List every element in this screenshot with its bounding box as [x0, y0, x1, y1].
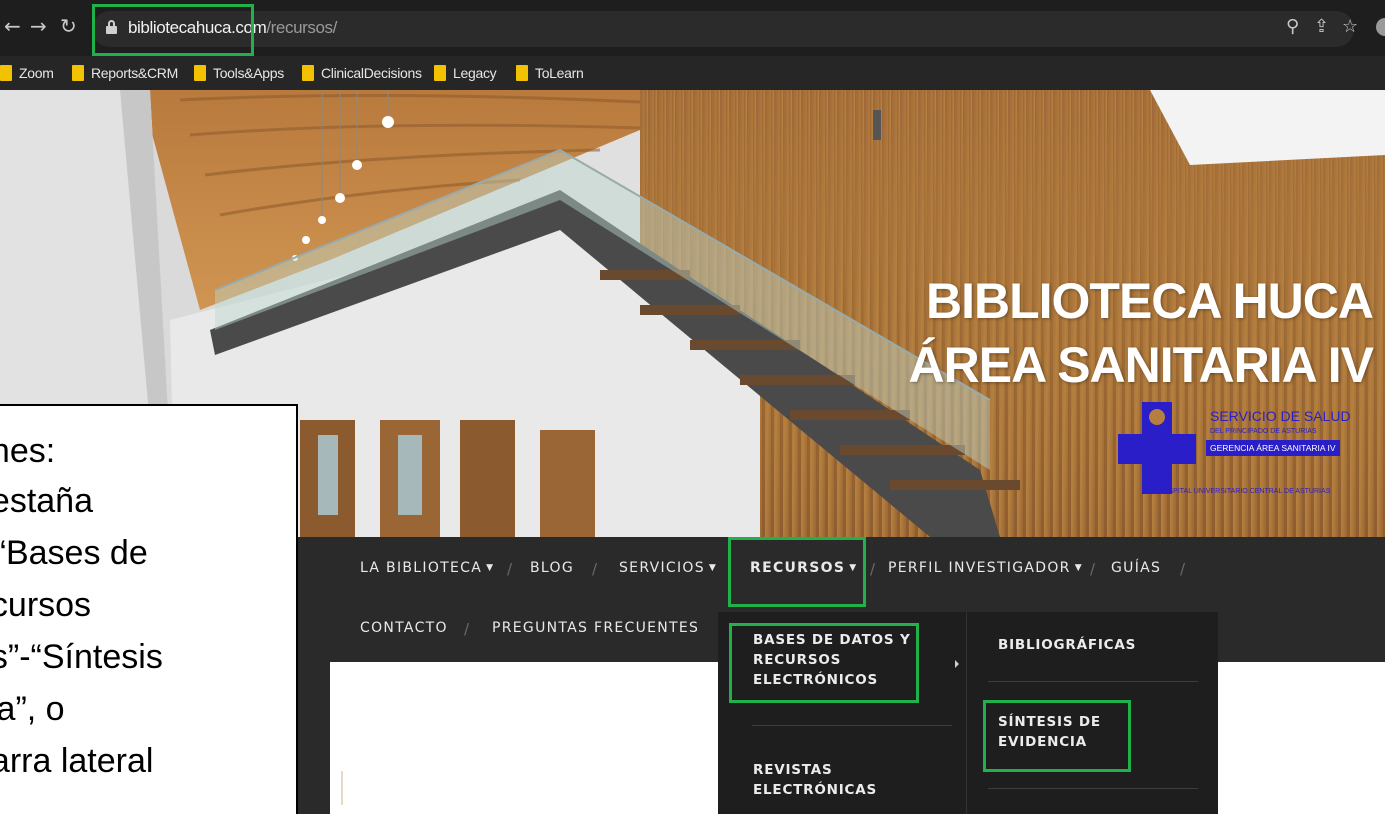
nav-label: PREGUNTAS FRECUENTES — [492, 620, 700, 636]
nav-separator: / — [1180, 560, 1186, 578]
logo-line3: GERENCIA ÁREA SANITARIA IV — [1206, 440, 1340, 456]
nav-guias[interactable]: GUÍAS — [1111, 560, 1161, 576]
logo-cross-icon — [1118, 402, 1196, 494]
nav-separator: / — [870, 560, 876, 578]
bookmark-label: Reports&CRM — [91, 65, 178, 81]
menu-revistas-electronicas[interactable]: REVISTAS ELECTRÓNICAS — [753, 760, 877, 800]
logo-line4: HOSPITAL UNIVERSITARIO CENTRAL DE ASTURI… — [1158, 488, 1331, 495]
highlight-url — [92, 4, 254, 56]
nav-separator: / — [464, 620, 470, 638]
url-path: /recursos/ — [266, 18, 337, 37]
dropdown-divider — [752, 725, 952, 726]
hero-title: BIBLIOTECA HUCA — [925, 273, 1374, 329]
bookmark-label: Legacy — [453, 65, 497, 81]
callout-line-1: ones: — [0, 432, 56, 470]
folder-icon — [194, 65, 206, 81]
nav-label: CONTACTO — [360, 620, 448, 636]
folder-icon — [0, 65, 12, 81]
callout-line-5: os”-“Síntesis — [0, 638, 163, 676]
nav-separator: / — [592, 560, 598, 578]
nav-servicios[interactable]: SERVICIOS ▼ — [619, 560, 717, 576]
share-icon[interactable]: ⇪ — [1314, 16, 1329, 37]
dropdown-divider — [988, 681, 1198, 682]
callout-line-6: cia”, o — [0, 690, 65, 728]
instruction-callout: ones: pestaña ”-“Bases de ecursos os”-“S… — [0, 404, 298, 814]
bookmark-reports-crm[interactable]: Reports&CRM — [72, 63, 178, 83]
highlight-sintesis — [983, 700, 1131, 772]
logo-line2: DEL PRINCIPADO DE ASTURIAS — [1210, 428, 1317, 435]
content-divider — [341, 771, 343, 805]
folder-icon — [302, 65, 314, 81]
profile-avatar[interactable] — [1376, 18, 1385, 36]
bookmark-zoom[interactable]: Zoom — [0, 63, 54, 83]
bookmark-label: Zoom — [19, 65, 54, 81]
zoom-icon[interactable]: ⚲ — [1286, 16, 1299, 37]
bookmarks-bar: Zoom Reports&CRM Tools&Apps ClinicalDeci… — [0, 56, 1385, 90]
callout-line-2: pestaña — [0, 482, 93, 520]
nav-separator: / — [1090, 560, 1096, 578]
caret-down-icon: ▼ — [1074, 563, 1083, 573]
nav-blog[interactable]: BLOG — [530, 560, 574, 576]
bookmark-label: Tools&Apps — [213, 65, 284, 81]
folder-icon — [72, 65, 84, 81]
dropdown-divider — [988, 788, 1198, 789]
menu-bibliograficas[interactable]: BIBLIOGRÁFICAS — [998, 635, 1136, 655]
nav-preguntas-frecuentes[interactable]: PREGUNTAS FRECUENTES — [492, 620, 699, 636]
folder-icon — [516, 65, 528, 81]
nav-label: LA BIBLIOTECA — [360, 560, 483, 576]
nav-separator: / — [507, 560, 513, 578]
bookmark-clinical-decisions[interactable]: ClinicalDecisions — [302, 63, 422, 83]
dropdown-column-divider — [966, 612, 967, 814]
caret-down-icon: ▼ — [486, 563, 495, 573]
reload-icon[interactable]: ↻ — [60, 14, 77, 38]
highlight-bases-de-datos — [729, 623, 919, 703]
bookmark-tolearn[interactable]: ToLearn — [516, 63, 584, 83]
caret-down-icon: ▼ — [708, 563, 718, 573]
nav-contacto[interactable]: CONTACTO — [360, 620, 448, 636]
nav-perfil-investigador[interactable]: PERFIL INVESTIGADOR ▼ — [888, 560, 1083, 576]
nav-label: SERVICIOS — [619, 560, 705, 576]
nav-label: BLOG — [530, 560, 574, 576]
bookmark-legacy[interactable]: Legacy — [434, 63, 497, 83]
callout-line-3: ”-“Bases de — [0, 534, 148, 572]
star-icon[interactable]: ☆ — [1342, 16, 1358, 37]
page-content — [330, 662, 718, 814]
callout-line-4: ecursos — [0, 586, 92, 624]
forward-arrow-icon[interactable]: → — [30, 14, 47, 38]
nav-la-biblioteca[interactable]: LA BIBLIOTECA ▼ — [360, 560, 494, 576]
highlight-recursos — [728, 537, 866, 607]
nav-label: GUÍAS — [1111, 560, 1162, 576]
bookmark-label: ToLearn — [535, 65, 584, 81]
logo-line1: SERVICIO DE SALUD — [1210, 408, 1351, 424]
callout-line-7: barra lateral — [0, 742, 154, 780]
chevron-right-icon — [955, 660, 959, 668]
hero-subtitle: ÁREA SANITARIA IV — [908, 337, 1374, 393]
bookmark-label: ClinicalDecisions — [321, 65, 422, 81]
back-arrow-icon[interactable]: ← — [4, 14, 21, 38]
bookmark-tools-apps[interactable]: Tools&Apps — [194, 63, 284, 83]
folder-icon — [434, 65, 446, 81]
nav-label: PERFIL INVESTIGADOR — [888, 560, 1071, 576]
